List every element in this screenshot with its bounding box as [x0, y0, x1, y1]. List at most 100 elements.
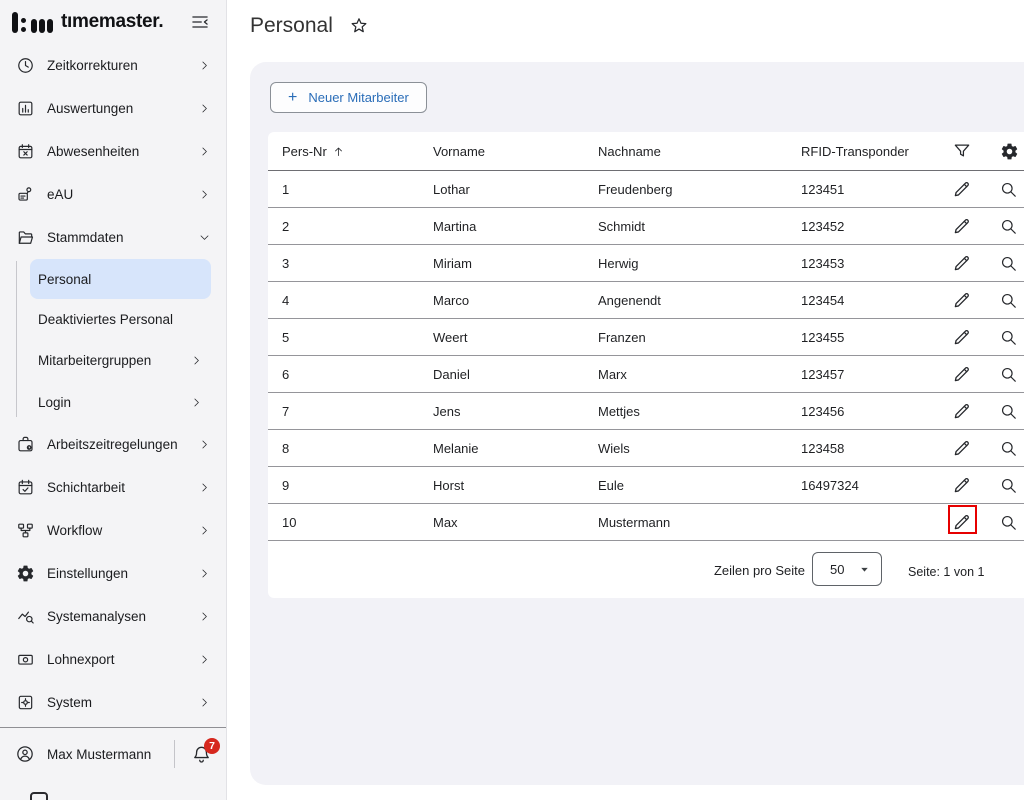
sidebar-item-zeitkorrekturen[interactable]: Zeitkorrekturen — [0, 44, 226, 87]
edit-pencil-icon[interactable] — [951, 216, 972, 237]
cell-rfid: 16497324 — [801, 478, 1024, 493]
edit-pencil-icon[interactable] — [951, 364, 972, 385]
sidebar-item-label: Abwesenheiten — [47, 144, 139, 159]
cell-pers_nr: 3 — [282, 256, 433, 271]
sidebar-item-systemanalysen[interactable]: Systemanalysen — [0, 595, 226, 638]
calendar-check-icon — [15, 478, 35, 497]
chevron-right-icon — [198, 696, 211, 709]
cell-vorname: Martina — [433, 219, 598, 234]
view-magnifier-icon[interactable] — [999, 254, 1018, 273]
sidebar-subitem-label: Deaktiviertes Personal — [38, 312, 173, 327]
edit-pencil-icon[interactable] — [951, 438, 972, 459]
main-content: Personal + Neuer Mitarbeiter Pers-NrVorn… — [228, 0, 1024, 800]
column-header-vorname[interactable]: Vorname — [433, 144, 598, 159]
view-magnifier-icon[interactable] — [999, 439, 1018, 458]
view-magnifier-icon[interactable] — [999, 217, 1018, 236]
chevron-right-icon — [198, 188, 211, 201]
table-row-6: 6DanielMarx123457 — [268, 356, 1024, 393]
table-row-8: 8MelanieWiels123458 — [268, 430, 1024, 467]
cell-nachname: Schmidt — [598, 219, 801, 234]
view-magnifier-icon[interactable] — [999, 476, 1018, 495]
sidebar-item-workflow[interactable]: Workflow — [0, 509, 226, 552]
sidebar-subitem-label: Personal — [38, 272, 91, 287]
sidebar-item-abwesenheiten[interactable]: Abwesenheiten — [0, 130, 226, 173]
sidebar-item-auswertungen[interactable]: Auswertungen — [0, 87, 226, 130]
view-magnifier-icon[interactable] — [999, 291, 1018, 310]
sidebar-item-einstellungen[interactable]: Einstellungen — [0, 552, 226, 595]
filter-icon[interactable] — [952, 141, 972, 161]
view-magnifier-icon[interactable] — [999, 402, 1018, 421]
cell-nachname: Mettjes — [598, 404, 801, 419]
cell-vorname: Max — [433, 515, 598, 530]
chevron-right-icon — [198, 438, 211, 451]
sidebar-item-label: Lohnexport — [47, 652, 115, 667]
view-magnifier-icon[interactable] — [999, 328, 1018, 347]
sidebar-item-label: Schichtarbeit — [47, 480, 125, 495]
cell-nachname: Angenendt — [598, 293, 801, 308]
cell-vorname: Miriam — [433, 256, 598, 271]
view-magnifier-icon[interactable] — [999, 180, 1018, 199]
sort-up-icon — [332, 145, 345, 158]
view-magnifier-icon[interactable] — [999, 365, 1018, 384]
sidebar-item-stammdaten[interactable]: Stammdaten — [0, 216, 226, 259]
notifications-button[interactable]: 7 — [191, 744, 212, 765]
sidebar-item-system[interactable]: System — [0, 681, 226, 724]
table-row-4: 4MarcoAngenendt123454 — [268, 282, 1024, 319]
column-header-nachname[interactable]: Nachname — [598, 144, 801, 159]
edit-pencil-icon[interactable] — [951, 475, 972, 496]
new-employee-button[interactable]: + Neuer Mitarbeiter — [270, 82, 427, 113]
sidebar-nav: ZeitkorrekturenAuswertungen Abwesenheiten… — [0, 44, 226, 724]
sidebar-item-lohnexport[interactable]: Lohnexport — [0, 638, 226, 681]
sidebar-subitem-deaktiviertes-personal[interactable]: Deaktiviertes Personal — [30, 299, 211, 339]
cell-rfid: 123458 — [801, 441, 1024, 456]
star-icon[interactable] — [349, 16, 369, 36]
cell-nachname: Eule — [598, 478, 801, 493]
rows-per-page-value: 50 — [830, 562, 844, 577]
sidebar: tımemaster. ZeitkorrekturenAuswertungen A… — [0, 0, 227, 800]
gear-icon[interactable] — [1000, 142, 1019, 161]
chevron-right-icon — [198, 59, 211, 72]
edit-pencil-icon[interactable] — [951, 401, 972, 422]
cell-rfid: 123453 — [801, 256, 1024, 271]
chevron-right-icon — [198, 102, 211, 115]
sick-note-person-icon — [15, 185, 35, 204]
edit-pencil-icon[interactable] — [951, 290, 972, 311]
sidebar-subitem-mitarbeitergruppen[interactable]: Mitarbeitergruppen — [30, 339, 211, 381]
cell-nachname: Wiels — [598, 441, 801, 456]
chevron-right-icon — [198, 653, 211, 666]
brand-wordmark: tımemaster. — [61, 11, 163, 33]
column-header-pers-nr[interactable]: Pers-Nr — [282, 144, 433, 159]
cell-vorname: Daniel — [433, 367, 598, 382]
collapse-sidebar-icon[interactable] — [190, 12, 210, 32]
cell-rfid: 123452 — [801, 219, 1024, 234]
sidebar-item-arbeitszeitregelungen[interactable]: Arbeitszeitregelungen — [0, 423, 226, 466]
bar-chart-icon — [15, 99, 35, 118]
rows-per-page-select[interactable]: 50 — [812, 552, 882, 586]
calendar-x-icon — [15, 142, 35, 161]
cell-vorname: Melanie — [433, 441, 598, 456]
sidebar-item-schichtarbeit[interactable]: Schichtarbeit — [0, 466, 226, 509]
user-row[interactable]: Max Mustermann 7 — [0, 728, 226, 780]
edit-pencil-icon[interactable] — [951, 253, 972, 274]
edit-pencil-icon[interactable] — [951, 327, 972, 348]
chevron-right-icon — [190, 354, 203, 367]
gear-icon — [15, 564, 35, 583]
chevron-right-icon — [198, 481, 211, 494]
sidebar-item-label: Stammdaten — [47, 230, 124, 245]
timemaster-logo-icon — [12, 11, 53, 33]
column-header-label: Pers-Nr — [282, 144, 327, 159]
sidebar-item-eau[interactable]: eAU — [0, 173, 226, 216]
column-header-rfid-transponder[interactable]: RFID-Transponder — [801, 144, 1024, 159]
sidebar-item-label: Systemanalysen — [47, 609, 146, 624]
sidebar-subitem-login[interactable]: Login — [30, 381, 211, 423]
cell-vorname: Marco — [433, 293, 598, 308]
edit-pencil-icon[interactable] — [951, 179, 972, 200]
sidebar-item-label: Workflow — [47, 523, 102, 538]
sidebar-item-label: eAU — [47, 187, 73, 202]
cell-vorname: Jens — [433, 404, 598, 419]
cell-pers_nr: 4 — [282, 293, 433, 308]
briefcase-clock-icon — [15, 435, 35, 454]
sidebar-subitem-personal[interactable]: Personal — [30, 259, 211, 299]
cell-nachname: Franzen — [598, 330, 801, 345]
view-magnifier-icon[interactable] — [999, 513, 1018, 532]
